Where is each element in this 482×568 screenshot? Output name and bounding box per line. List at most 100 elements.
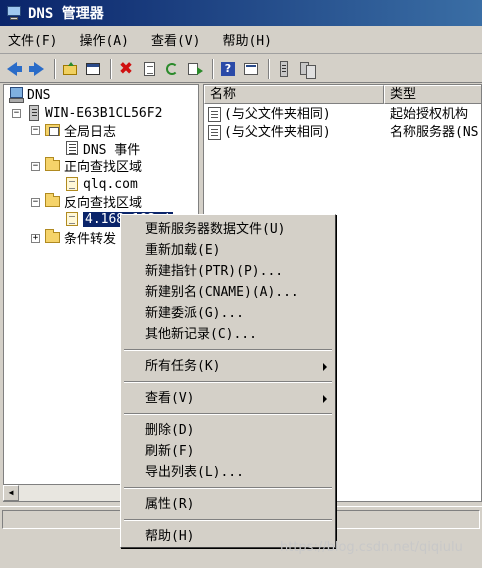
folder-icon	[45, 193, 61, 209]
forward-icon	[29, 61, 45, 77]
menu-file[interactable]: 文件(F)	[6, 28, 59, 51]
tree-label: 条件转发	[64, 231, 117, 247]
export-list-icon	[187, 61, 203, 77]
record-name: (与父文件夹相同)	[224, 107, 331, 122]
export-list-button[interactable]	[185, 59, 205, 79]
menu-item-other-new-records[interactable]: 其他新记录(C)...	[123, 324, 333, 345]
menu-separator	[124, 519, 332, 521]
tree-label: 反向查找区域	[64, 195, 143, 211]
tree-item-dns-events[interactable]: DNS 事件	[64, 139, 140, 158]
forward-button[interactable]	[27, 59, 47, 79]
tree-item-global-logs[interactable]: 全局日志	[45, 121, 117, 140]
log-folder-icon	[45, 122, 61, 138]
show-tree-button[interactable]	[83, 59, 103, 79]
submenu-arrow-icon	[323, 363, 327, 371]
tree-item-conditional-forwarders[interactable]: 条件转发	[45, 228, 117, 247]
help-icon: ?	[220, 61, 236, 77]
menu-item-label: 查看(V)	[145, 391, 195, 406]
scroll-left-icon[interactable]: ◀	[3, 485, 19, 501]
show-console-tree-icon	[85, 61, 101, 77]
up-button[interactable]	[60, 59, 80, 79]
menu-item-reload[interactable]: 重新加载(E)	[123, 240, 333, 261]
zone-icon	[64, 176, 80, 192]
menu-view[interactable]: 查看(V)	[149, 28, 202, 51]
back-button[interactable]	[4, 59, 24, 79]
refresh-icon	[164, 61, 180, 77]
event-log-icon	[64, 140, 80, 156]
menu-item-new-alias[interactable]: 新建别名(CNAME)(A)...	[123, 282, 333, 303]
list-header: 名称 类型	[204, 85, 481, 104]
menu-item-update-server-data-file[interactable]: 更新服务器数据文件(U)	[123, 219, 333, 240]
tree-label: 正向查找区域	[64, 159, 143, 175]
submenu-arrow-icon	[323, 395, 327, 403]
menu-bar: 文件(F) 操作(A) 查看(V) 帮助(H)	[0, 26, 482, 54]
tree-item-server[interactable]: WIN-E63B1CL56F2	[26, 104, 162, 122]
server-icon	[26, 105, 42, 121]
tree-item-reverse-zones[interactable]: 反向查找区域	[45, 192, 143, 211]
collapse-toggle[interactable]: −	[31, 198, 40, 207]
help-button[interactable]: ?	[218, 59, 238, 79]
toolbar-separator	[268, 58, 270, 79]
servers-icon	[299, 61, 316, 79]
record-type: 起始授权机构	[390, 107, 469, 122]
menu-item-delete[interactable]: 删除(D)	[123, 420, 333, 441]
properties-doc-icon	[141, 61, 157, 77]
menu-separator	[124, 487, 332, 489]
up-folder-icon	[62, 61, 78, 77]
menu-help[interactable]: 帮助(H)	[220, 28, 273, 51]
dns-icon	[8, 87, 24, 103]
properties-button[interactable]	[241, 59, 261, 79]
menu-separator	[124, 381, 332, 383]
collapse-toggle[interactable]: −	[12, 109, 21, 118]
menu-separator	[124, 413, 332, 415]
refresh-button[interactable]	[162, 59, 182, 79]
title-bar: DNS 管理器	[0, 0, 482, 26]
tree-item-forward-zones[interactable]: 正向查找区域	[45, 156, 143, 175]
menu-item-properties[interactable]: 属性(R)	[123, 494, 333, 515]
menu-item-refresh[interactable]: 刷新(F)	[123, 441, 333, 462]
toolbar-separator	[212, 58, 214, 79]
menu-item-new-pointer[interactable]: 新建指针(PTR)(P)...	[123, 261, 333, 282]
toolbar: ✖ ?	[0, 55, 482, 83]
zone-icon	[64, 211, 80, 227]
menu-item-export-list[interactable]: 导出列表(L)...	[123, 462, 333, 483]
delete-icon: ✖	[118, 58, 134, 79]
properties-doc-button[interactable]	[139, 59, 159, 79]
servers-button[interactable]	[297, 59, 317, 79]
menu-item-label: 所有任务(K)	[145, 359, 221, 374]
toolbar-separator	[110, 58, 112, 79]
delete-button[interactable]: ✖	[116, 59, 136, 79]
watermark: https://blog.csdn.net/qiqiulu	[280, 540, 463, 555]
column-header-name[interactable]: 名称	[204, 85, 384, 104]
column-header-type[interactable]: 类型	[384, 85, 481, 104]
list-item[interactable]: (与父文件夹相同) 名称服务器(NS	[204, 124, 481, 142]
collapse-toggle[interactable]: −	[31, 126, 40, 135]
back-icon	[6, 61, 22, 77]
record-icon	[208, 125, 221, 140]
expand-toggle[interactable]: +	[31, 234, 40, 243]
menu-separator	[124, 349, 332, 351]
list-item[interactable]: (与父文件夹相同) 起始授权机构	[204, 106, 481, 124]
window-title: DNS 管理器	[28, 6, 104, 22]
menu-item-view[interactable]: 查看(V)	[123, 388, 333, 409]
tree-item-dns[interactable]: DNS	[8, 86, 50, 104]
properties-icon	[243, 61, 259, 77]
tree-item-forward-zone[interactable]: qlq.com	[64, 175, 138, 193]
record-icon	[208, 107, 221, 122]
folder-icon	[45, 157, 61, 173]
tree-label: WIN-E63B1CL56F2	[45, 105, 163, 121]
server-icon	[276, 60, 292, 77]
tree-label: 全局日志	[64, 124, 117, 140]
tree-label: DNS	[27, 87, 51, 103]
dns-app-icon	[6, 5, 22, 21]
record-type: 名称服务器(NS	[390, 125, 479, 140]
collapse-toggle[interactable]: −	[31, 162, 40, 171]
menu-item-new-delegation[interactable]: 新建委派(G)...	[123, 303, 333, 324]
context-menu: 更新服务器数据文件(U) 重新加载(E) 新建指针(PTR)(P)... 新建别…	[120, 214, 336, 548]
menu-item-all-tasks[interactable]: 所有任务(K)	[123, 356, 333, 377]
folder-icon	[45, 229, 61, 245]
record-name: (与父文件夹相同)	[224, 125, 331, 140]
server-button[interactable]	[274, 59, 294, 79]
toolbar-separator	[54, 58, 56, 79]
menu-action[interactable]: 操作(A)	[77, 28, 130, 51]
